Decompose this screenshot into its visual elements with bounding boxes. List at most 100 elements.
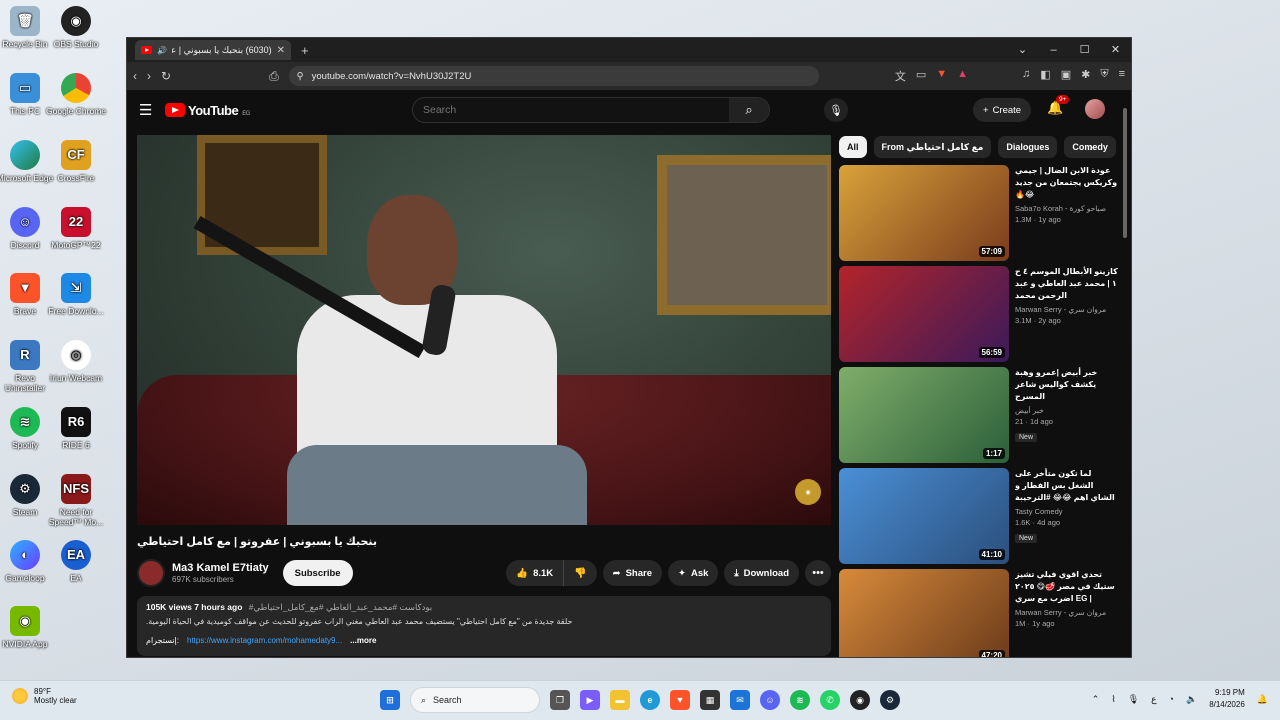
minimize-button[interactable]: – <box>1038 38 1069 62</box>
spotify-icon[interactable]: ≋ <box>790 690 810 710</box>
site-info-icon[interactable]: ⚲ <box>297 71 304 82</box>
recommended-video[interactable]: 57:09 عودة الابن الضال | جيمي وكريكس يجت… <box>839 165 1121 263</box>
video-channel[interactable]: خبر أبيض <box>1015 406 1119 415</box>
more-actions-button[interactable]: ••• <box>805 560 831 586</box>
audio-icon[interactable]: 🔊 <box>157 46 167 55</box>
notification-center-icon[interactable]: 🔔 <box>1257 694 1268 705</box>
description-box[interactable]: 105K views 7 hours ago #بودكاست #محمد_عب… <box>137 596 831 656</box>
desktop-icon-motogp[interactable]: 22 MotoGP™22 <box>46 207 106 250</box>
whatsapp-icon[interactable]: ✆ <box>820 690 840 710</box>
video-thumbnail[interactable]: 57:09 <box>839 165 1009 261</box>
notifications-button[interactable]: 🔔 9+ <box>1047 95 1070 116</box>
brave-rewards-icon[interactable]: ▲ <box>957 68 968 84</box>
account-avatar[interactable] <box>1085 99 1105 119</box>
youtube-logo[interactable]: YouTube EG <box>165 103 250 118</box>
language-icon[interactable]: ع <box>1151 694 1156 705</box>
video-title[interactable]: عودة الابن الضال | جيمي وكريكس يجتمعان م… <box>1015 165 1119 201</box>
desktop-icon-free-download[interactable]: ⇲ Free Downlo... <box>46 273 106 316</box>
share-button[interactable]: ➦ Share <box>602 560 662 586</box>
new-tab-button[interactable]: + <box>301 43 309 58</box>
channel-name[interactable]: Ma3 Kamel E7tiaty <box>172 562 269 574</box>
microphone-icon[interactable]: 🎙 <box>1128 694 1139 705</box>
store-icon[interactable]: ▦ <box>700 690 720 710</box>
chip-dialogues[interactable]: Dialogues <box>998 136 1058 158</box>
taskbar-search[interactable]: ⌕ Search <box>410 687 540 713</box>
desktop-icon-nfs[interactable]: NFS Need for Speed™ Mo... <box>46 474 106 527</box>
wifi-icon[interactable]: ◔ <box>1169 694 1174 704</box>
video-channel[interactable]: Marwan Serry - مروان سري <box>1015 608 1119 617</box>
hamburger-menu-icon[interactable]: ☰ <box>139 101 165 119</box>
extensions-icon[interactable]: ✱ <box>1081 68 1090 84</box>
translate-icon[interactable]: 文 <box>895 68 906 84</box>
desktop-icon-obs[interactable]: ◉ OBS Studio <box>46 6 106 49</box>
close-window-button[interactable]: ✕ <box>1100 38 1131 62</box>
wallet-icon[interactable]: ▣ <box>1061 68 1071 84</box>
show-hidden-icons-icon[interactable]: ⌃ <box>1092 694 1100 705</box>
desktop-icon-iriun[interactable]: ◎ Iriun Webcam <box>46 340 106 383</box>
copilot-icon[interactable]: ▶ <box>580 690 600 710</box>
video-channel[interactable]: Marwan Serry - مروان سري <box>1015 305 1119 314</box>
video-channel[interactable]: Tasty Comedy <box>1015 507 1119 516</box>
video-thumbnail[interactable]: 41:10 <box>839 468 1009 564</box>
task-view-icon[interactable]: ❐ <box>550 690 570 710</box>
like-button[interactable]: 👍 8.1K <box>506 560 565 586</box>
instagram-link[interactable]: https://www.instagram.com/mohamedaty9... <box>187 636 342 645</box>
video-player[interactable]: ◉ <box>137 135 831 525</box>
weather-widget[interactable]: 89°F Mostly clear <box>12 687 77 705</box>
maximize-button[interactable]: ☐ <box>1069 38 1100 62</box>
download-button[interactable]: ⤓ Download <box>724 560 799 586</box>
video-title[interactable]: خبر أبيض |عمرو وهبة يكشف كواليس شاعر الم… <box>1015 367 1119 403</box>
search-input[interactable] <box>413 104 729 116</box>
chip-all[interactable]: All <box>839 136 867 158</box>
video-thumbnail[interactable]: 56:59 <box>839 266 1009 362</box>
file-explorer-icon[interactable]: ▬ <box>610 690 630 710</box>
brave-shields-icon[interactable]: ▼ <box>936 68 947 84</box>
steam-icon[interactable]: ⚙ <box>880 690 900 710</box>
forward-icon[interactable]: › <box>147 69 151 83</box>
search-button[interactable]: ⌕ <box>729 98 769 122</box>
recommended-video[interactable]: 56:59 كازينو الأبطال الموسم ٤ ح ١ | محمد… <box>839 266 1121 364</box>
reload-icon[interactable]: ↻ <box>161 69 171 83</box>
sidebar-icon[interactable]: ◧ <box>1040 68 1050 84</box>
voice-search-button[interactable]: 🎙 <box>824 98 848 122</box>
ask-button[interactable]: ✦ Ask <box>668 560 719 586</box>
start-button[interactable]: ⊞ <box>380 690 400 710</box>
discord-icon[interactable]: ☺ <box>760 690 780 710</box>
create-button[interactable]: + Create <box>973 98 1032 122</box>
network-icon[interactable]: ⌇ <box>1111 694 1115 705</box>
obs-icon[interactable]: ◉ <box>850 690 870 710</box>
desktop-icon-nvidia[interactable]: ◉ NVIDIA App <box>0 606 55 649</box>
video-title[interactable]: كازينو الأبطال الموسم ٤ ح ١ | محمد عبد ا… <box>1015 266 1119 302</box>
page-scrollbar[interactable] <box>1123 100 1129 656</box>
dislike-button[interactable]: 👎 <box>564 560 596 586</box>
back-icon[interactable]: ‹ <box>133 69 137 83</box>
menu-icon[interactable]: ≡ <box>1119 68 1125 84</box>
recommended-video[interactable]: 41:10 لما تكون متأخر على الشغل بس الفطار… <box>839 468 1121 566</box>
clock[interactable]: 9:19 PM 8/14/2026 <box>1209 687 1245 711</box>
media-icon[interactable]: ♫ <box>1022 68 1030 84</box>
url-field[interactable]: ⚲ youtube.com/watch?v=NvhU30J2T2U <box>288 66 819 86</box>
desktop-icon-crossfire[interactable]: CF CrossFire <box>46 140 106 183</box>
tab-close-icon[interactable]: ✕ <box>277 45 285 56</box>
mail-icon[interactable]: ✉ <box>730 690 750 710</box>
video-channel[interactable]: Saba7o Korah - صباحو كورة <box>1015 204 1119 213</box>
volume-icon[interactable]: 🔈 <box>1186 694 1197 705</box>
recommended-video[interactable]: 47:20 تحدي اقوي فيلي تشيز ستيك في مصر 🥩😋… <box>839 569 1121 657</box>
recommended-video[interactable]: 1:17 خبر أبيض |عمرو وهبة يكشف كواليس شاع… <box>839 367 1121 465</box>
tab-list-dropdown-icon[interactable]: ⌄ <box>1007 38 1038 62</box>
video-title[interactable]: لما تكون متأخر على الشغل بس الفطار و الش… <box>1015 468 1119 504</box>
brave-icon[interactable]: ▼ <box>670 690 690 710</box>
browser-tab[interactable]: 🔊 (6030) بنحبك يا بسبوني | عفرو... ✕ <box>135 40 291 60</box>
hashtags[interactable]: #بودكاست #محمد_عبد_العاطي #مع_كامل_احتيا… <box>249 602 432 612</box>
video-thumbnail[interactable]: 47:20 <box>839 569 1009 657</box>
desktop-icon-ride6[interactable]: R6 RIDE 6 <box>46 407 106 450</box>
chip-from-channel[interactable]: From مع كامل احتياطي <box>873 136 992 158</box>
video-thumbnail[interactable]: 1:17 <box>839 367 1009 463</box>
vpn-icon[interactable]: ⛨ <box>1100 68 1108 84</box>
desktop-icon-chrome[interactable]: Google Chrome <box>46 73 106 116</box>
show-more-button[interactable]: ...more <box>350 636 376 645</box>
video-title[interactable]: تحدي اقوي فيلي تشيز ستيك في مصر 🥩😋 ٢٠٢٥ … <box>1015 569 1119 605</box>
desktop-icon-ea[interactable]: EA EA <box>46 540 106 583</box>
bookmark-icon[interactable]: ⎙ <box>269 69 279 84</box>
scrollbar-thumb[interactable] <box>1123 108 1127 238</box>
